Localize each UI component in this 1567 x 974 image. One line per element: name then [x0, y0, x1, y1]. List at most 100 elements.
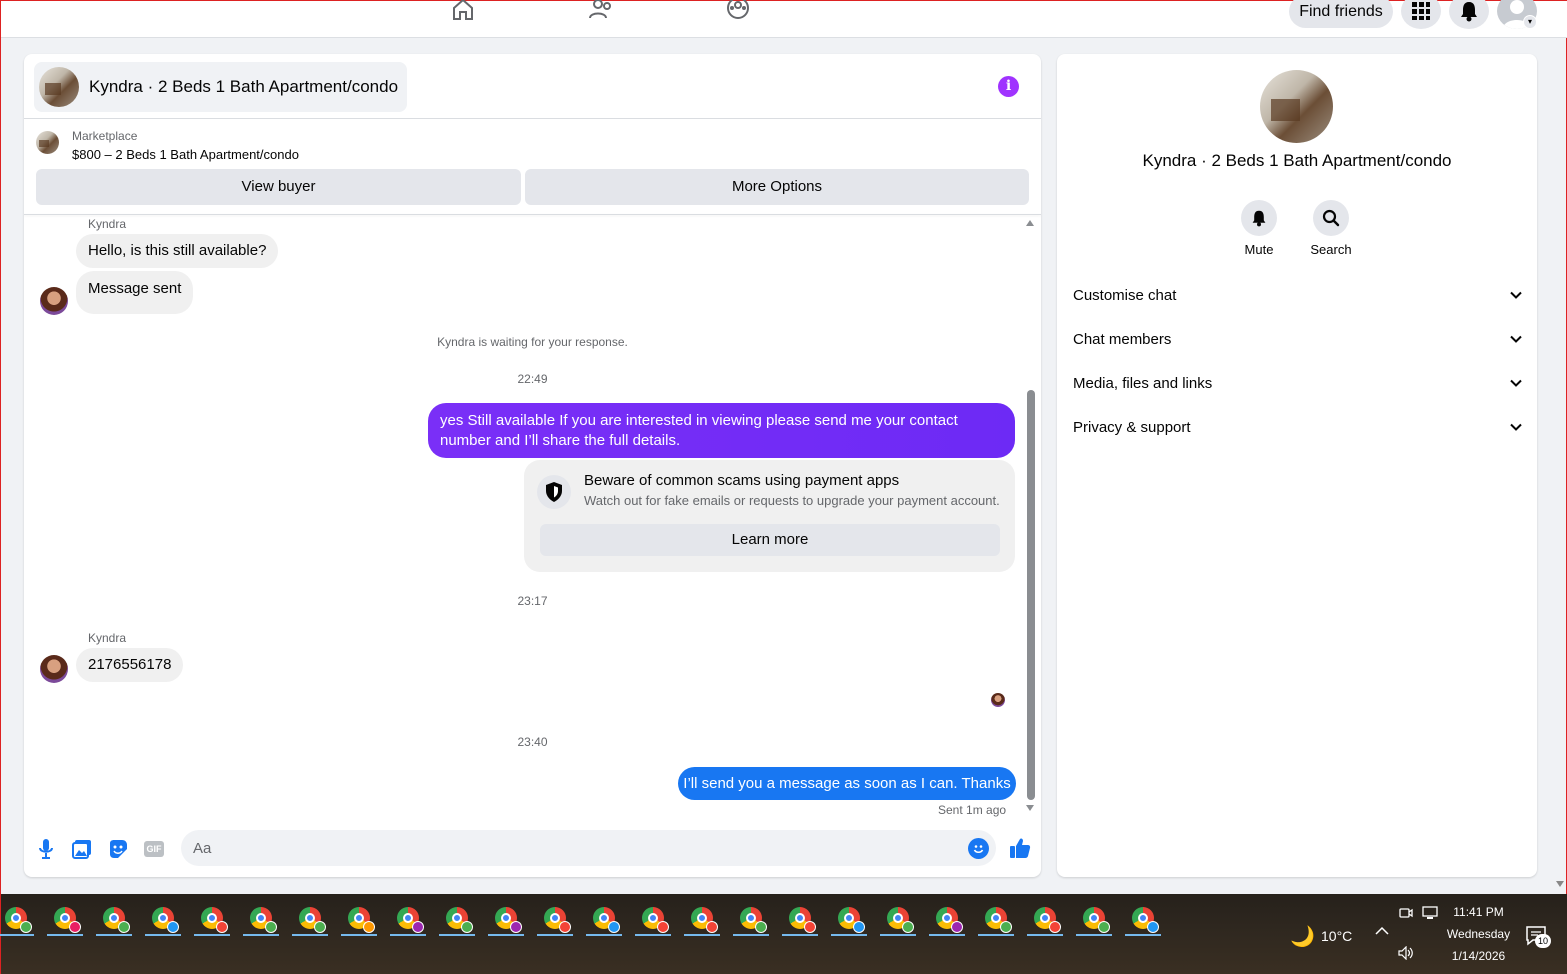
taskbar-chrome-window[interactable] [92, 901, 136, 936]
taskbar-chrome-window[interactable] [680, 901, 724, 936]
info-icon[interactable]: i [998, 76, 1019, 97]
groups-icon[interactable] [725, 0, 751, 21]
outgoing-message[interactable]: I’ll send you a message as soon as I can… [678, 767, 1016, 800]
incoming-message[interactable]: Message sent [76, 271, 194, 314]
search-in-chat-button[interactable]: Search [1301, 200, 1361, 257]
taskbar-chrome-window[interactable] [337, 901, 381, 936]
friends-icon[interactable] [588, 0, 614, 21]
learn-more-button[interactable]: Learn more [540, 524, 1000, 556]
taskbar-chrome-window[interactable] [141, 901, 185, 936]
chrome-icon [152, 907, 179, 933]
taskbar-chrome-window[interactable] [484, 901, 528, 936]
windows-taskbar: 🌙 10°C 11:41 PM Wednesday 1/14/2026 10 [0, 894, 1567, 974]
taskbar-chrome-window[interactable] [631, 901, 675, 936]
mute-button[interactable]: Mute [1229, 200, 1289, 257]
avatar[interactable] [40, 655, 68, 683]
listing-thumbnail [39, 67, 79, 107]
message-input[interactable] [181, 830, 996, 866]
sticker-icon[interactable] [107, 838, 129, 860]
network-icon[interactable] [1422, 906, 1438, 923]
profile-badge-icon [608, 921, 620, 933]
photo-icon[interactable] [71, 838, 93, 860]
account-chevron-icon[interactable]: ▾ [1523, 15, 1537, 29]
timestamp: 23:17 [517, 594, 548, 608]
taskbar-chrome-window[interactable] [190, 901, 234, 936]
profile-badge-icon [1098, 921, 1110, 933]
chevron-down-icon [1510, 291, 1522, 299]
avatar[interactable] [40, 287, 68, 315]
chat-info-panel: Kyndra · 2 Beds 1 Bath Apartment/condo M… [1057, 54, 1537, 877]
taskbar-chrome-window[interactable] [582, 901, 626, 936]
home-icon[interactable] [450, 0, 476, 21]
taskbar-chrome-window[interactable] [0, 901, 38, 936]
like-icon[interactable] [1008, 836, 1032, 860]
profile-badge-icon [118, 921, 130, 933]
clock-date[interactable]: 1/14/2026 [1441, 949, 1516, 963]
apps-menu-button[interactable] [1401, 0, 1441, 29]
chrome-icon [348, 907, 375, 933]
taskbar-chrome-window[interactable] [288, 901, 332, 936]
chat-header[interactable]: Kyndra · 2 Beds 1 Bath Apartment/condo [34, 62, 407, 112]
chrome-icon [1083, 907, 1110, 933]
volume-icon[interactable] [1398, 945, 1414, 963]
gif-icon[interactable]: GIF [143, 838, 165, 860]
profile-badge-icon [902, 921, 914, 933]
taskbar-chrome-window[interactable] [386, 901, 430, 936]
taskbar-chrome-window[interactable] [729, 901, 773, 936]
outgoing-message[interactable]: yes Still available If you are intereste… [428, 403, 1015, 458]
taskbar-chrome-window[interactable] [435, 901, 479, 936]
chrome-icon [887, 907, 914, 933]
notifications-button[interactable] [1449, 0, 1489, 29]
chrome-icon [1132, 907, 1159, 933]
scroll-up-arrow[interactable] [1026, 220, 1034, 226]
notification-count-badge: 10 [1535, 934, 1551, 948]
taskbar-chrome-window[interactable] [925, 901, 969, 936]
accordion-privacy-support[interactable]: Privacy & support [1073, 405, 1523, 449]
profile-badge-icon [461, 921, 473, 933]
chat-window: Kyndra · 2 Beds 1 Bath Apartment/condo i… [24, 54, 1041, 877]
page-scroll-down-arrow[interactable] [1556, 881, 1564, 887]
chrome-icon [691, 907, 718, 933]
taskbar-chrome-window[interactable] [974, 901, 1018, 936]
clock-day[interactable]: Wednesday [1441, 927, 1516, 941]
taskbar-chrome-window[interactable] [827, 901, 871, 936]
apps-grid-icon [1412, 2, 1430, 20]
top-navigation-bar: Find friends ▾ [1, 0, 1567, 38]
emoji-icon[interactable] [968, 838, 989, 859]
taskbar-chrome-window[interactable] [533, 901, 577, 936]
meet-icon[interactable] [1399, 906, 1413, 923]
scroll-down-arrow[interactable] [1026, 805, 1034, 811]
taskbar-chrome-window[interactable] [43, 901, 87, 936]
moon-icon[interactable]: 🌙 [1290, 924, 1315, 949]
view-buyer-button[interactable]: View buyer [36, 169, 521, 205]
accordion-media-files-links[interactable]: Media, files and links [1073, 361, 1523, 405]
scam-warning-title: Beware of common scams using payment app… [584, 472, 900, 489]
incoming-message[interactable]: Hello, is this still available? [76, 234, 279, 268]
incoming-message[interactable]: 2176556178 [76, 648, 184, 682]
seen-indicator-avatar [991, 693, 1005, 707]
clock-time[interactable]: 11:41 PM [1441, 905, 1516, 919]
accordion-customise-chat[interactable]: Customise chat [1073, 273, 1523, 317]
marketplace-thumbnail [36, 131, 59, 154]
taskbar-chrome-window[interactable] [239, 901, 283, 936]
accordion-chat-members[interactable]: Chat members [1073, 317, 1523, 361]
scrollbar-thumb[interactable] [1027, 390, 1035, 800]
chrome-icon [789, 907, 816, 933]
taskbar-chrome-window[interactable] [1072, 901, 1116, 936]
profile-badge-icon [804, 921, 816, 933]
listing-photo[interactable] [1260, 70, 1333, 143]
taskbar-chrome-window[interactable] [778, 901, 822, 936]
section-label: Chat members [1073, 330, 1172, 348]
scam-warning-card: Beware of common scams using payment app… [524, 460, 1015, 572]
taskbar-chrome-window[interactable] [876, 901, 920, 936]
find-friends-button[interactable]: Find friends [1289, 0, 1393, 28]
taskbar-chrome-window[interactable] [1121, 901, 1165, 936]
gif-label: GIF [144, 841, 164, 857]
chrome-icon [397, 907, 424, 933]
more-options-button[interactable]: More Options [525, 169, 1029, 205]
chat-title: Kyndra · 2 Beds 1 Bath Apartment/condo [89, 77, 399, 96]
microphone-icon[interactable] [35, 838, 57, 860]
show-hidden-icons-chevron-icon[interactable] [1375, 924, 1389, 939]
weather-temperature[interactable]: 10°C [1321, 928, 1352, 944]
taskbar-chrome-window[interactable] [1023, 901, 1067, 936]
